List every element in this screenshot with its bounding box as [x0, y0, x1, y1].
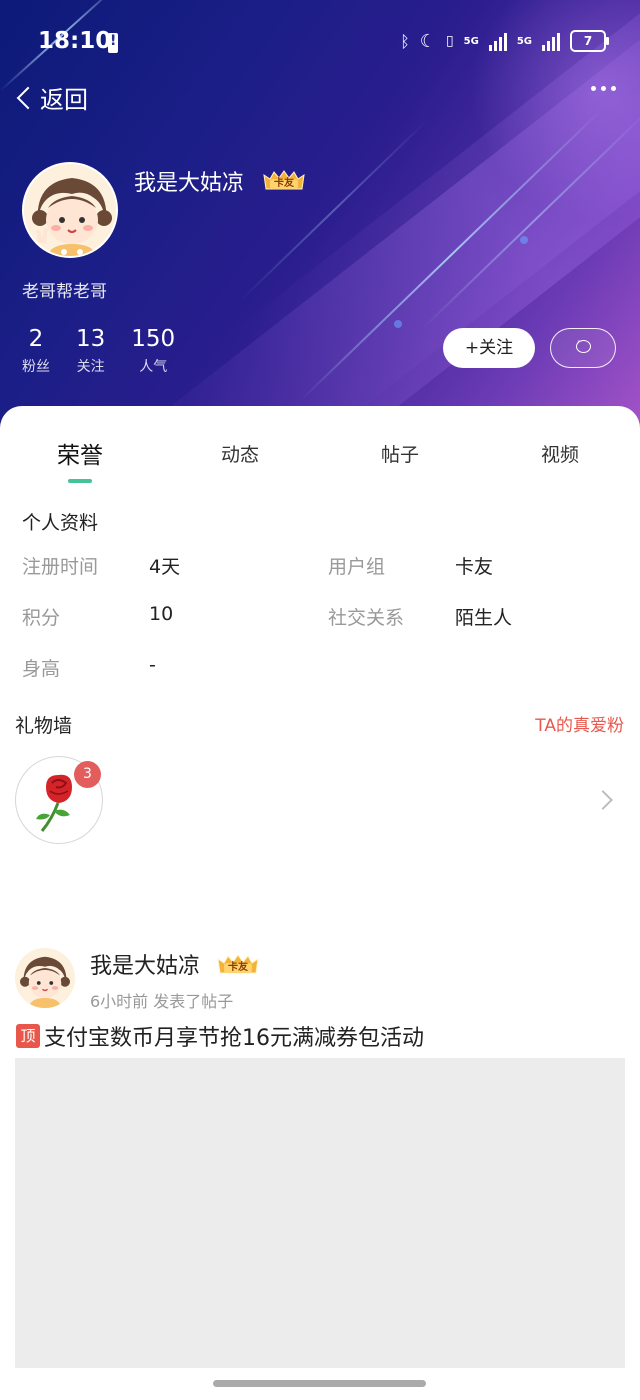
badge-label: 卡友	[228, 962, 248, 973]
gift-wall-title: 礼物墙	[15, 715, 73, 737]
profile-subtitle: 老哥帮老哥	[22, 282, 107, 302]
girl-avatar-illustration	[24, 164, 116, 256]
active-tab-indicator	[68, 479, 92, 483]
post-author-name[interactable]: 我是大姑凉	[90, 948, 200, 980]
post-image-placeholder[interactable]	[15, 1058, 625, 1368]
info-value: 卡友	[455, 556, 494, 578]
stat-label: 关注	[76, 359, 105, 375]
network-type-1: 5G	[463, 35, 479, 47]
stat-fans[interactable]: 2 粉丝	[22, 326, 50, 376]
tab-posts[interactable]: 帖子	[350, 440, 450, 467]
user-level-badge: 卡友	[216, 953, 260, 975]
status-bar: 18:10 ᛒ ☾ ▯ 5G 5G 7	[0, 22, 640, 64]
user-level-badge: 卡友	[262, 169, 306, 191]
info-key: 身高	[22, 658, 61, 680]
avatar[interactable]	[22, 162, 118, 258]
alert-icon	[108, 33, 118, 53]
stat-value: 13	[76, 326, 106, 352]
follow-button[interactable]: +关注	[443, 328, 535, 368]
info-value: -	[149, 654, 156, 676]
gift-count-badge: 3	[74, 761, 101, 788]
stat-value: 2	[28, 326, 44, 352]
status-time: 18:10	[38, 28, 112, 54]
info-key: 注册时间	[22, 556, 99, 578]
battery-icon: 7	[570, 30, 609, 52]
pinned-tag: 顶	[16, 1024, 40, 1048]
stat-popularity: 150 人气	[131, 326, 175, 376]
moon-icon: ☾	[419, 30, 436, 52]
stat-label: 人气	[139, 359, 168, 375]
true-fans-link[interactable]: TA的真爱粉	[535, 711, 624, 736]
bluetooth-icon: ᛒ	[400, 31, 410, 51]
more-menu-button[interactable]	[591, 86, 616, 91]
profile-stats: 2 粉丝 13 关注 150 人气	[22, 326, 201, 376]
post-meta: 6小时前 发表了帖子	[90, 992, 234, 1011]
tab-honor[interactable]: 荣誉	[30, 436, 130, 470]
signal-icon	[488, 31, 507, 51]
post-title-text: 支付宝数币月享节抢16元满减券包活动	[44, 1026, 424, 1051]
stat-following[interactable]: 13 关注	[76, 326, 105, 376]
message-button[interactable]	[550, 328, 616, 368]
signal-icon	[542, 31, 560, 51]
info-key: 社交关系	[328, 607, 405, 629]
info-value: 10	[149, 603, 174, 625]
post-title[interactable]: 顶 支付宝数币月享节抢16元满减券包活动	[16, 1020, 424, 1052]
back-label: 返回	[40, 86, 88, 114]
more-dot-icon	[601, 86, 606, 91]
badge-label: 卡友	[274, 178, 294, 189]
post-author-avatar[interactable]	[15, 948, 75, 1008]
more-dot-icon	[611, 86, 616, 91]
light-dot	[520, 236, 528, 244]
profile-username: 我是大姑凉	[134, 171, 245, 196]
chevron-left-icon	[16, 86, 40, 109]
back-button[interactable]: 返回	[14, 80, 88, 115]
info-value: 陌生人	[455, 607, 513, 629]
light-dot	[394, 320, 402, 328]
chat-bubble-icon	[576, 337, 591, 353]
info-key: 用户组	[328, 556, 386, 578]
girl-avatar-illustration	[15, 948, 75, 1008]
more-dot-icon	[591, 86, 596, 91]
tab-videos[interactable]: 视频	[510, 440, 610, 467]
vibrate-icon: ▯	[445, 33, 454, 49]
info-value: 4天	[149, 556, 181, 578]
personal-info-title: 个人资料	[22, 512, 99, 534]
tab-activity[interactable]: 动态	[190, 440, 290, 467]
home-indicator[interactable]	[213, 1380, 426, 1387]
stat-value: 150	[131, 326, 176, 352]
stat-label: 粉丝	[22, 359, 50, 375]
network-type-2: 5G	[516, 35, 532, 47]
profile-tabs: 荣誉 动态 帖子 视频	[0, 430, 640, 486]
info-key: 积分	[22, 607, 61, 629]
